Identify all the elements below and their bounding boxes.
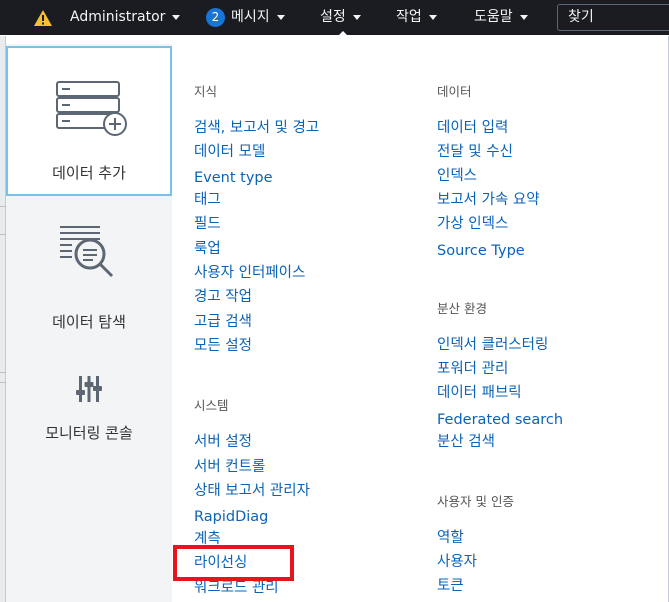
help-menu[interactable]: 도움말: [474, 0, 528, 35]
chevron-down-icon: [519, 15, 528, 20]
menu-link-report-acceleration[interactable]: 보고서 가속 요약: [437, 191, 540, 209]
messages-menu-label: 메시지: [231, 9, 270, 25]
add-data-card[interactable]: 데이터 추가: [6, 46, 172, 196]
users-auth-header: 사용자 및 인증: [437, 494, 514, 509]
menu-link-tags[interactable]: 태그: [194, 191, 221, 209]
menu-link-indexer-clustering[interactable]: 인덱서 클러스터링: [437, 336, 548, 354]
activity-menu-label: 작업: [396, 9, 422, 25]
menu-link-forwarding-receiving[interactable]: 전달 및 수신: [437, 143, 513, 161]
monitoring-console-card[interactable]: 모니터링 콘솔: [6, 344, 172, 454]
menu-link-all-configurations[interactable]: 모든 설정: [194, 337, 252, 355]
licensing-highlight-box: [173, 545, 294, 581]
sliders-icon: [76, 376, 102, 402]
server-add-icon: [56, 81, 127, 136]
explore-data-card[interactable]: 데이터 탐색: [6, 202, 172, 332]
menu-link-indexes[interactable]: 인덱스: [437, 167, 477, 185]
warning-icon[interactable]: [33, 9, 53, 27]
system-header: 시스템: [194, 398, 229, 413]
user-menu-label: Administrator: [70, 9, 166, 25]
menu-link-rapiddiag[interactable]: RapidDiag: [194, 508, 268, 526]
quick-action-column: 데이터 추가 데이터 탐색 모니터링 콘솔: [6, 44, 172, 602]
menu-link-federated-search[interactable]: Federated search: [437, 411, 563, 429]
menu-link-tokens[interactable]: 토큰: [437, 577, 464, 595]
help-menu-label: 도움말: [474, 9, 513, 25]
settings-menu[interactable]: 설정: [320, 0, 361, 35]
menu-link-users[interactable]: 사용자: [437, 553, 477, 571]
menu-link-data-inputs[interactable]: 데이터 입력: [437, 119, 508, 137]
menu-link-lookups[interactable]: 룩업: [194, 240, 221, 258]
messages-menu[interactable]: 2 메시지: [206, 0, 285, 35]
menu-link-fields[interactable]: 필드: [194, 215, 221, 233]
search-input[interactable]: 찾기: [557, 4, 669, 31]
menu-link-alert-actions[interactable]: 경고 작업: [194, 288, 252, 306]
menu-link-source-types[interactable]: Source Type: [437, 242, 525, 260]
monitoring-console-label: 모니터링 콘솔: [45, 424, 133, 442]
data-header: 데이터: [437, 84, 472, 99]
menu-link-advanced-search[interactable]: 고급 검색: [194, 313, 252, 331]
chevron-down-icon: [172, 15, 181, 20]
menu-link-server-settings[interactable]: 서버 설정: [194, 433, 252, 451]
explore-data-label: 데이터 탐색: [52, 313, 126, 331]
menu-link-data-fabric[interactable]: 데이터 패브릭: [437, 384, 522, 402]
distributed-header: 분산 환경: [437, 301, 487, 316]
menu-link-data-models[interactable]: 데이터 모델: [194, 143, 265, 161]
top-navigation-bar: Administrator 2 메시지 설정 작업 도움말 찾기: [0, 0, 669, 37]
menu-link-user-interface[interactable]: 사용자 인터페이스: [194, 264, 305, 282]
menu-link-distributed-search[interactable]: 분산 검색: [437, 433, 495, 451]
user-menu[interactable]: Administrator: [70, 0, 181, 35]
add-data-label: 데이터 추가: [52, 164, 126, 182]
knowledge-header: 지식: [194, 84, 218, 99]
chevron-down-icon: [352, 15, 361, 20]
menu-link-health-report-manager[interactable]: 상태 보고서 관리자: [194, 482, 310, 500]
chevron-down-icon: [428, 15, 437, 20]
menu-link-roles[interactable]: 역할: [437, 529, 464, 547]
menu-link-event-types[interactable]: Event type: [194, 169, 273, 187]
menu-link-forwarder-management[interactable]: 포워더 관리: [437, 360, 508, 378]
settings-menu-label: 설정: [320, 9, 346, 25]
menu-link-workload-management[interactable]: 워크로드 관리: [194, 579, 279, 597]
activity-menu[interactable]: 작업: [396, 0, 437, 35]
menu-link-searches-reports-alerts[interactable]: 검색, 보고서 및 경고: [194, 119, 319, 137]
data-explore-icon: [60, 226, 114, 278]
messages-count-badge: 2: [206, 8, 225, 27]
chevron-down-icon: [276, 15, 285, 20]
menu-link-virtual-indexes[interactable]: 가상 인덱스: [437, 215, 508, 233]
menu-link-server-controls[interactable]: 서버 컨트롤: [194, 458, 265, 476]
